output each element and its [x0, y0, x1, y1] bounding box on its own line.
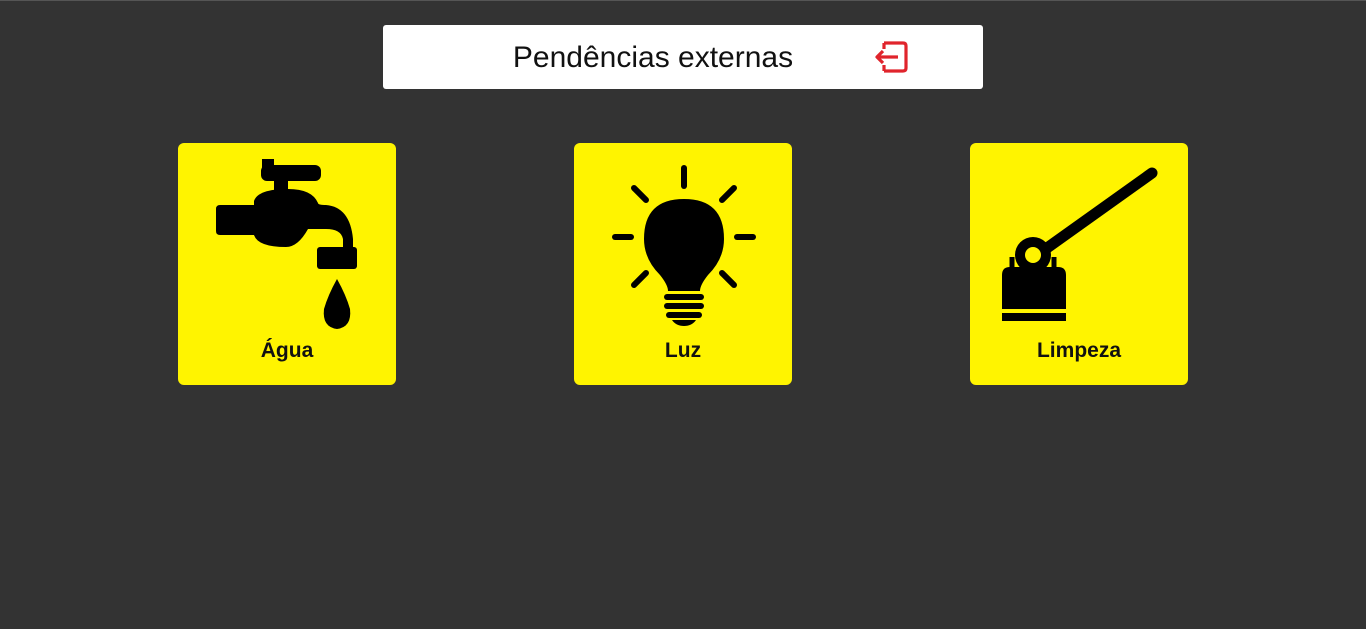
faucet-icon: [216, 159, 357, 329]
lightbulb-icon: [612, 165, 756, 326]
page-header: Pendências externas: [383, 25, 983, 89]
card-limpeza[interactable]: Limpeza: [970, 143, 1188, 385]
logout-button[interactable]: [873, 40, 909, 74]
page-title: Pendências externas: [512, 41, 794, 74]
card-label: Água: [260, 339, 314, 362]
logout-icon: [875, 41, 908, 73]
card-label: Luz: [664, 339, 702, 362]
top-border: [0, 0, 1366, 1]
card-agua[interactable]: Água: [178, 143, 396, 385]
card-luz[interactable]: Luz: [574, 143, 792, 385]
mop-icon: [1002, 167, 1158, 321]
card-label: Limpeza: [1036, 339, 1122, 362]
